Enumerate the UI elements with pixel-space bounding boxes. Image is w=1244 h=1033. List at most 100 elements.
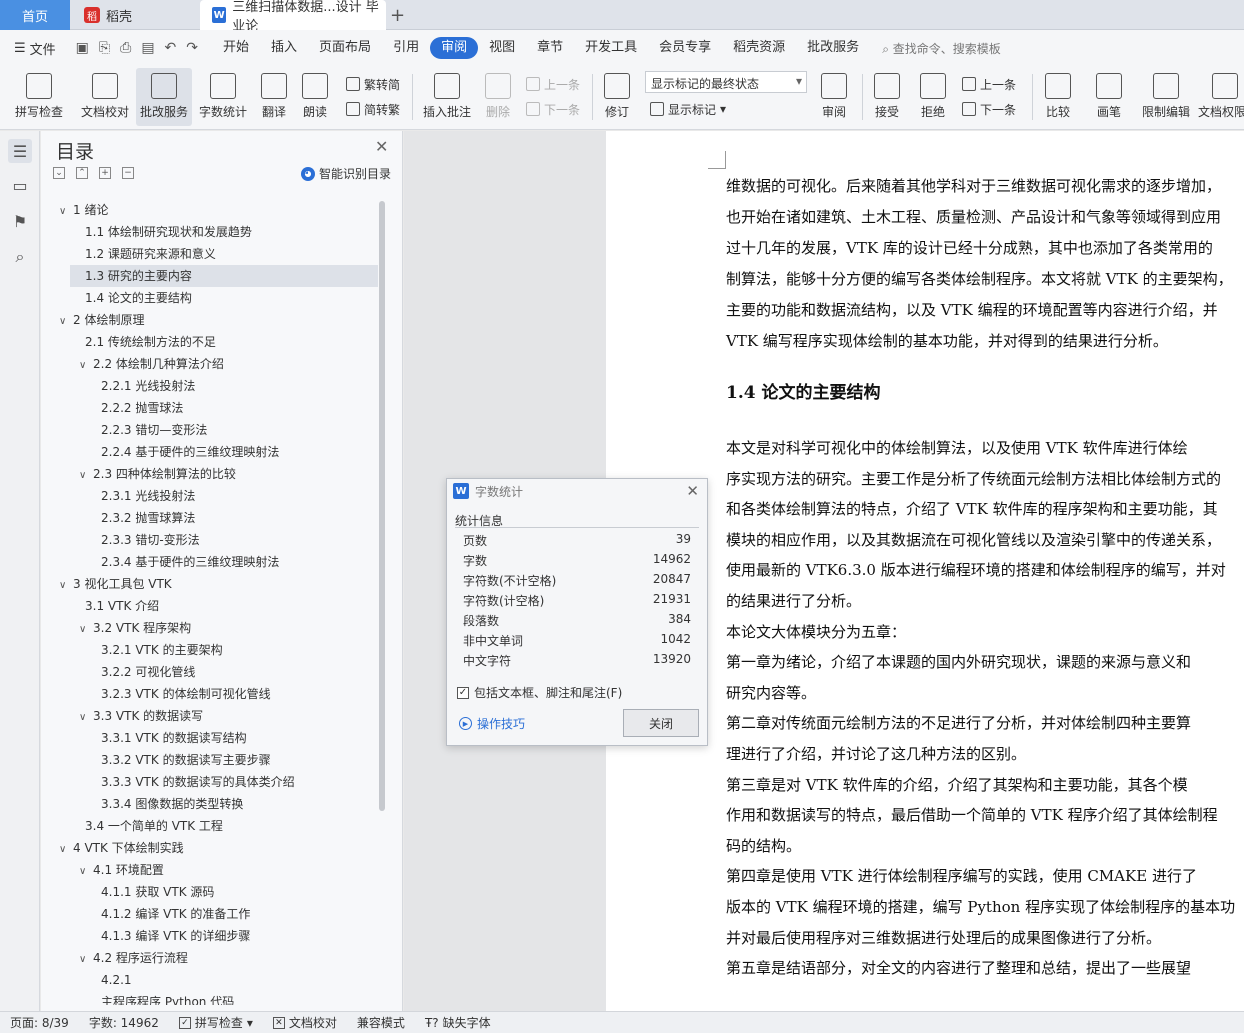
toc-item[interactable]: 3.4 一个简单的 VTK 工程 xyxy=(41,815,378,837)
delete-comment-button[interactable]: 删除 xyxy=(480,68,516,126)
toc-item[interactable]: 2.2.3 错切—变形法 xyxy=(41,419,378,441)
prev-comment-button[interactable]: 上一条 xyxy=(526,74,580,94)
read-aloud-button[interactable]: 朗读 xyxy=(298,68,332,126)
tips-link[interactable]: ▶ 操作技巧 xyxy=(459,715,525,732)
proofread-status[interactable]: ✕ 文档校对 xyxy=(263,1014,347,1031)
toc-item[interactable]: 1.2 课题研究来源和意义 xyxy=(41,243,378,265)
redo-icon[interactable]: ↷ xyxy=(186,40,198,56)
toc-item[interactable]: ∨ 2.3 四种体绘制算法的比较 xyxy=(41,463,378,485)
toc-item[interactable]: ∨ 2 体绘制原理 xyxy=(41,309,378,331)
toc-item[interactable]: ∨ 3.2 VTK 程序架构 xyxy=(41,617,378,639)
show-markup-button[interactable]: 显示标记 ▾ xyxy=(650,99,726,119)
menu-tab[interactable]: 开始 xyxy=(212,37,260,59)
insert-comment-button[interactable]: 插入批注 xyxy=(420,68,474,126)
export-icon[interactable]: ⎘ xyxy=(99,40,110,56)
chevron-down-icon[interactable]: ∨ xyxy=(79,619,93,641)
next-comment-button[interactable]: 下一条 xyxy=(526,99,580,119)
menu-tab[interactable]: 视图 xyxy=(478,37,526,59)
toc-item[interactable]: 3.3.2 VTK 的数据读写主要步骤 xyxy=(41,749,378,771)
reject-button[interactable]: 拒绝 xyxy=(914,68,952,126)
prev-change-button[interactable]: 上一条 xyxy=(962,74,1016,94)
chevron-down-icon[interactable]: ∨ xyxy=(79,465,93,487)
file-menu-button[interactable]: ☰ 文件 xyxy=(0,39,66,58)
toc-item[interactable]: 4.1.3 编译 VTK 的详细步骤 xyxy=(41,925,378,947)
toc-item[interactable]: 1.1 体绘制研究现状和发展趋势 xyxy=(41,221,378,243)
toc-item[interactable]: 1.3 研究的主要内容 xyxy=(70,265,378,287)
chevron-down-icon[interactable]: ∨ xyxy=(59,575,73,597)
collapse-all-icon[interactable]: ⌄ xyxy=(53,167,65,179)
undo-icon[interactable]: ↶ xyxy=(165,40,177,56)
toc-item[interactable]: 2.3.2 抛雪球算法 xyxy=(41,507,378,529)
ink-button[interactable]: 画笔 xyxy=(1092,68,1126,126)
markup-mode-select[interactable]: 显示标记的最终状态 xyxy=(645,71,807,93)
page-indicator[interactable]: 页面: 8/39 xyxy=(0,1014,79,1031)
menu-tab[interactable]: 稻壳资源 xyxy=(722,37,796,59)
toc-item[interactable]: 3.2.2 可视化管线 xyxy=(41,661,378,683)
menu-tab[interactable]: 开发工具 xyxy=(574,37,648,59)
command-search[interactable]: ⌕ 查找命令、搜索模板 xyxy=(882,40,1001,57)
chevron-down-icon[interactable]: ∨ xyxy=(59,201,73,223)
toc-item[interactable]: ∨ 2.2 体绘制几种算法介绍 xyxy=(41,353,378,375)
word-count-indicator[interactable]: 字数: 14962 xyxy=(79,1014,169,1031)
toc-item[interactable]: ∨ 4.2 程序运行流程 xyxy=(41,947,378,969)
spell-check-status[interactable]: ✓ 拼写检查 ▾ xyxy=(169,1014,263,1031)
toc-item[interactable]: 4.1.1 获取 VTK 源码 xyxy=(41,881,378,903)
toc-item[interactable]: 3.3.3 VTK 的数据读写的具体类介绍 xyxy=(41,771,378,793)
simp-to-trad-button[interactable]: 简转繁 xyxy=(346,99,400,119)
toc-panel-icon[interactable]: ☰ xyxy=(8,139,32,163)
toc-item[interactable]: ∨ 3.3 VTK 的数据读写 xyxy=(41,705,378,727)
close-icon[interactable]: ✕ xyxy=(686,482,699,500)
toc-item[interactable]: ∨ 4.1 环境配置 xyxy=(41,859,378,881)
toc-item[interactable]: 3.2.1 VTK 的主要架构 xyxy=(41,639,378,661)
translate-button[interactable]: 翻译 xyxy=(254,68,294,126)
toc-item[interactable]: 4.2.1 xyxy=(41,969,378,991)
compare-button[interactable]: 比较 xyxy=(1038,68,1078,126)
menu-tab[interactable]: 章节 xyxy=(526,37,574,59)
chevron-down-icon[interactable]: ∨ xyxy=(59,839,73,861)
tab-home[interactable]: 首页 xyxy=(0,0,70,30)
restrict-edit-button[interactable]: 限制编辑 xyxy=(1140,68,1192,126)
print-icon[interactable]: ⎙ xyxy=(120,40,131,56)
menu-tab[interactable]: 插入 xyxy=(260,37,308,59)
chevron-down-icon[interactable]: ∨ xyxy=(79,861,93,883)
review-pane-button[interactable]: 审阅 xyxy=(814,68,854,126)
chevron-down-icon[interactable]: ∨ xyxy=(79,355,93,377)
trad-to-simp-button[interactable]: 繁转简 xyxy=(346,74,400,94)
toc-item[interactable]: 2.3.4 基于硬件的三维纹理映射法 xyxy=(41,551,378,573)
track-changes-button[interactable]: 修订 xyxy=(598,68,636,126)
toc-item[interactable]: 2.1 传统绘制方法的不足 xyxy=(41,331,378,353)
toc-scrollbar[interactable] xyxy=(379,201,385,811)
toc-item[interactable]: 3.3.1 VTK 的数据读写结构 xyxy=(41,727,378,749)
include-textbox-checkbox[interactable]: ✓ 包括文本框、脚注和尾注(F) xyxy=(457,684,622,701)
toc-item[interactable]: 3.3.4 图像数据的类型转换 xyxy=(41,793,378,815)
toc-item[interactable]: 2.3.1 光线投射法 xyxy=(41,485,378,507)
bookmark-icon[interactable]: ⚑ xyxy=(10,211,30,231)
review-service-button[interactable]: 批改服务 xyxy=(136,68,192,126)
toc-item[interactable]: 2.2.2 抛雪球法 xyxy=(41,397,378,419)
tab-daoke[interactable]: 稻稻壳 xyxy=(74,0,194,30)
close-icon[interactable]: ✕ xyxy=(375,137,388,156)
menu-tab[interactable]: 批改服务 xyxy=(796,37,870,59)
chevron-down-icon[interactable]: ∨ xyxy=(79,707,93,729)
expand-level-icon[interactable]: ⌃ xyxy=(76,167,88,179)
word-count-button[interactable]: 字数统计 xyxy=(196,68,250,126)
toc-item[interactable]: ∨ 4 VTK 下体绘制实践 xyxy=(41,837,378,859)
outline-icon[interactable]: ▭ xyxy=(10,175,30,195)
chevron-down-icon[interactable]: ∨ xyxy=(79,949,93,971)
spell-check-button[interactable]: 拼写检查 xyxy=(8,68,70,126)
toc-item[interactable]: 4.1.2 编译 VTK 的准备工作 xyxy=(41,903,378,925)
missing-font-status[interactable]: Ŧ? 缺失字体 xyxy=(415,1014,501,1031)
toc-item[interactable]: 2.3.3 错切-变形法 xyxy=(41,529,378,551)
toc-item[interactable]: 3.2.3 VTK 的体绘制可视化管线 xyxy=(41,683,378,705)
save-icon[interactable]: ▣ xyxy=(76,40,89,56)
print-preview-icon[interactable]: ▤ xyxy=(141,40,154,56)
toc-item[interactable]: 3.1 VTK 介绍 xyxy=(41,595,378,617)
menu-tab[interactable]: 审阅 xyxy=(430,37,479,59)
tab-document[interactable]: W 三维扫描体数据...设计 毕业论 xyxy=(200,0,386,34)
toc-item[interactable]: 2.2.4 基于硬件的三维纹理映射法 xyxy=(41,441,378,463)
remove-heading-icon[interactable]: − xyxy=(122,167,134,179)
doc-permission-button[interactable]: 文档权限 xyxy=(1198,68,1244,126)
toc-item[interactable]: ∨ 1 绪论 xyxy=(41,199,378,221)
chevron-down-icon[interactable]: ∨ xyxy=(59,311,73,333)
menu-tab[interactable]: 引用 xyxy=(382,37,430,59)
